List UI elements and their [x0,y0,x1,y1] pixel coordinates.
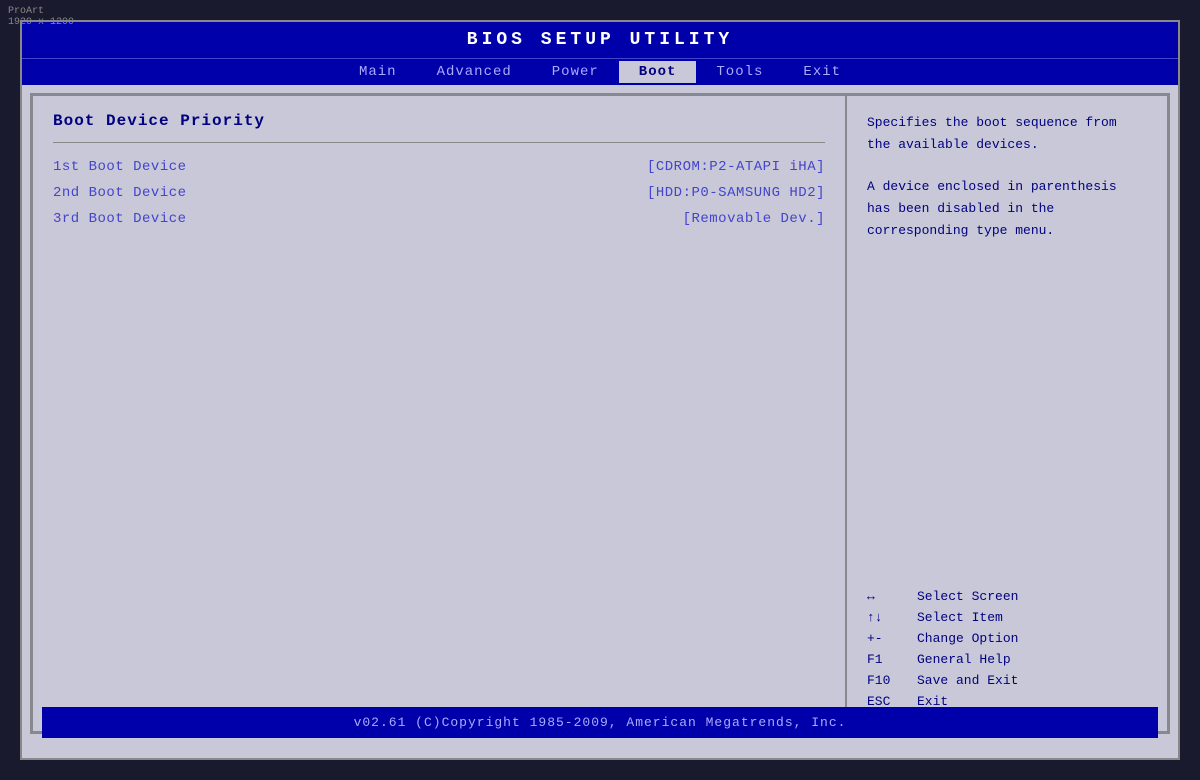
shortcut-key-updown: ↑↓ [867,610,917,625]
bios-title: BIOS SETUP UTILITY [22,22,1178,58]
main-content: Boot Device Priority 1st Boot Device [CD… [30,93,1170,734]
tab-bar[interactable]: Main Advanced Power Boot Tools Exit [22,58,1178,85]
shortcut-key-f10: F10 [867,673,917,688]
watermark: ProArt 1920 x 1200 [8,6,74,28]
help-text-2: A device enclosed in parenthesis has bee… [867,176,1147,242]
section-title: Boot Device Priority [53,112,825,130]
shortcut-key-plusminus: +- [867,631,917,646]
tab-tools[interactable]: Tools [696,61,783,83]
help-text-1: Specifies the boot sequence from the ava… [867,112,1147,156]
boot-label-3: 3rd Boot Device [53,211,187,227]
tab-main[interactable]: Main [339,61,417,83]
shortcut-change-option: +- Change Option [867,631,1147,646]
shortcut-select-screen: ↔ Select Screen [867,589,1147,604]
left-panel: Boot Device Priority 1st Boot Device [CD… [33,96,847,731]
bios-screen: BIOS SETUP UTILITY Main Advanced Power B… [20,20,1180,760]
shortcut-desc-select-item: Select Item [917,610,1003,625]
right-panel: Specifies the boot sequence from the ava… [847,96,1167,731]
shortcut-desc-save-exit: Save and Exit [917,673,1018,688]
boot-item-3[interactable]: 3rd Boot Device [Removable Dev.] [53,211,825,227]
shortcut-key-arrows: ↔ [867,589,917,604]
shortcut-f10: F10 Save and Exit [867,673,1147,688]
tab-boot[interactable]: Boot [619,61,697,83]
boot-item-1[interactable]: 1st Boot Device [CDROM:P2-ATAPI iHA] [53,159,825,175]
boot-label-1: 1st Boot Device [53,159,187,175]
shortcut-key-f1: F1 [867,652,917,667]
boot-label-2: 2nd Boot Device [53,185,187,201]
boot-value-2: [HDD:P0-SAMSUNG HD2] [647,185,825,201]
tab-exit[interactable]: Exit [783,61,861,83]
boot-value-3: [Removable Dev.] [683,211,825,227]
shortcut-select-item: ↑↓ Select Item [867,610,1147,625]
shortcut-f1: F1 General Help [867,652,1147,667]
shortcut-desc-change-option: Change Option [917,631,1018,646]
footer-bar: v02.61 (C)Copyright 1985-2009, American … [42,707,1158,738]
shortcut-desc-select-screen: Select Screen [917,589,1018,604]
tab-advanced[interactable]: Advanced [417,61,532,83]
shortcuts-section: ↔ Select Screen ↑↓ Select Item +- Change… [867,589,1147,715]
boot-value-1: [CDROM:P2-ATAPI iHA] [647,159,825,175]
tab-power[interactable]: Power [532,61,619,83]
section-divider [53,142,825,143]
shortcut-desc-general-help: General Help [917,652,1011,667]
boot-item-2[interactable]: 2nd Boot Device [HDD:P0-SAMSUNG HD2] [53,185,825,201]
